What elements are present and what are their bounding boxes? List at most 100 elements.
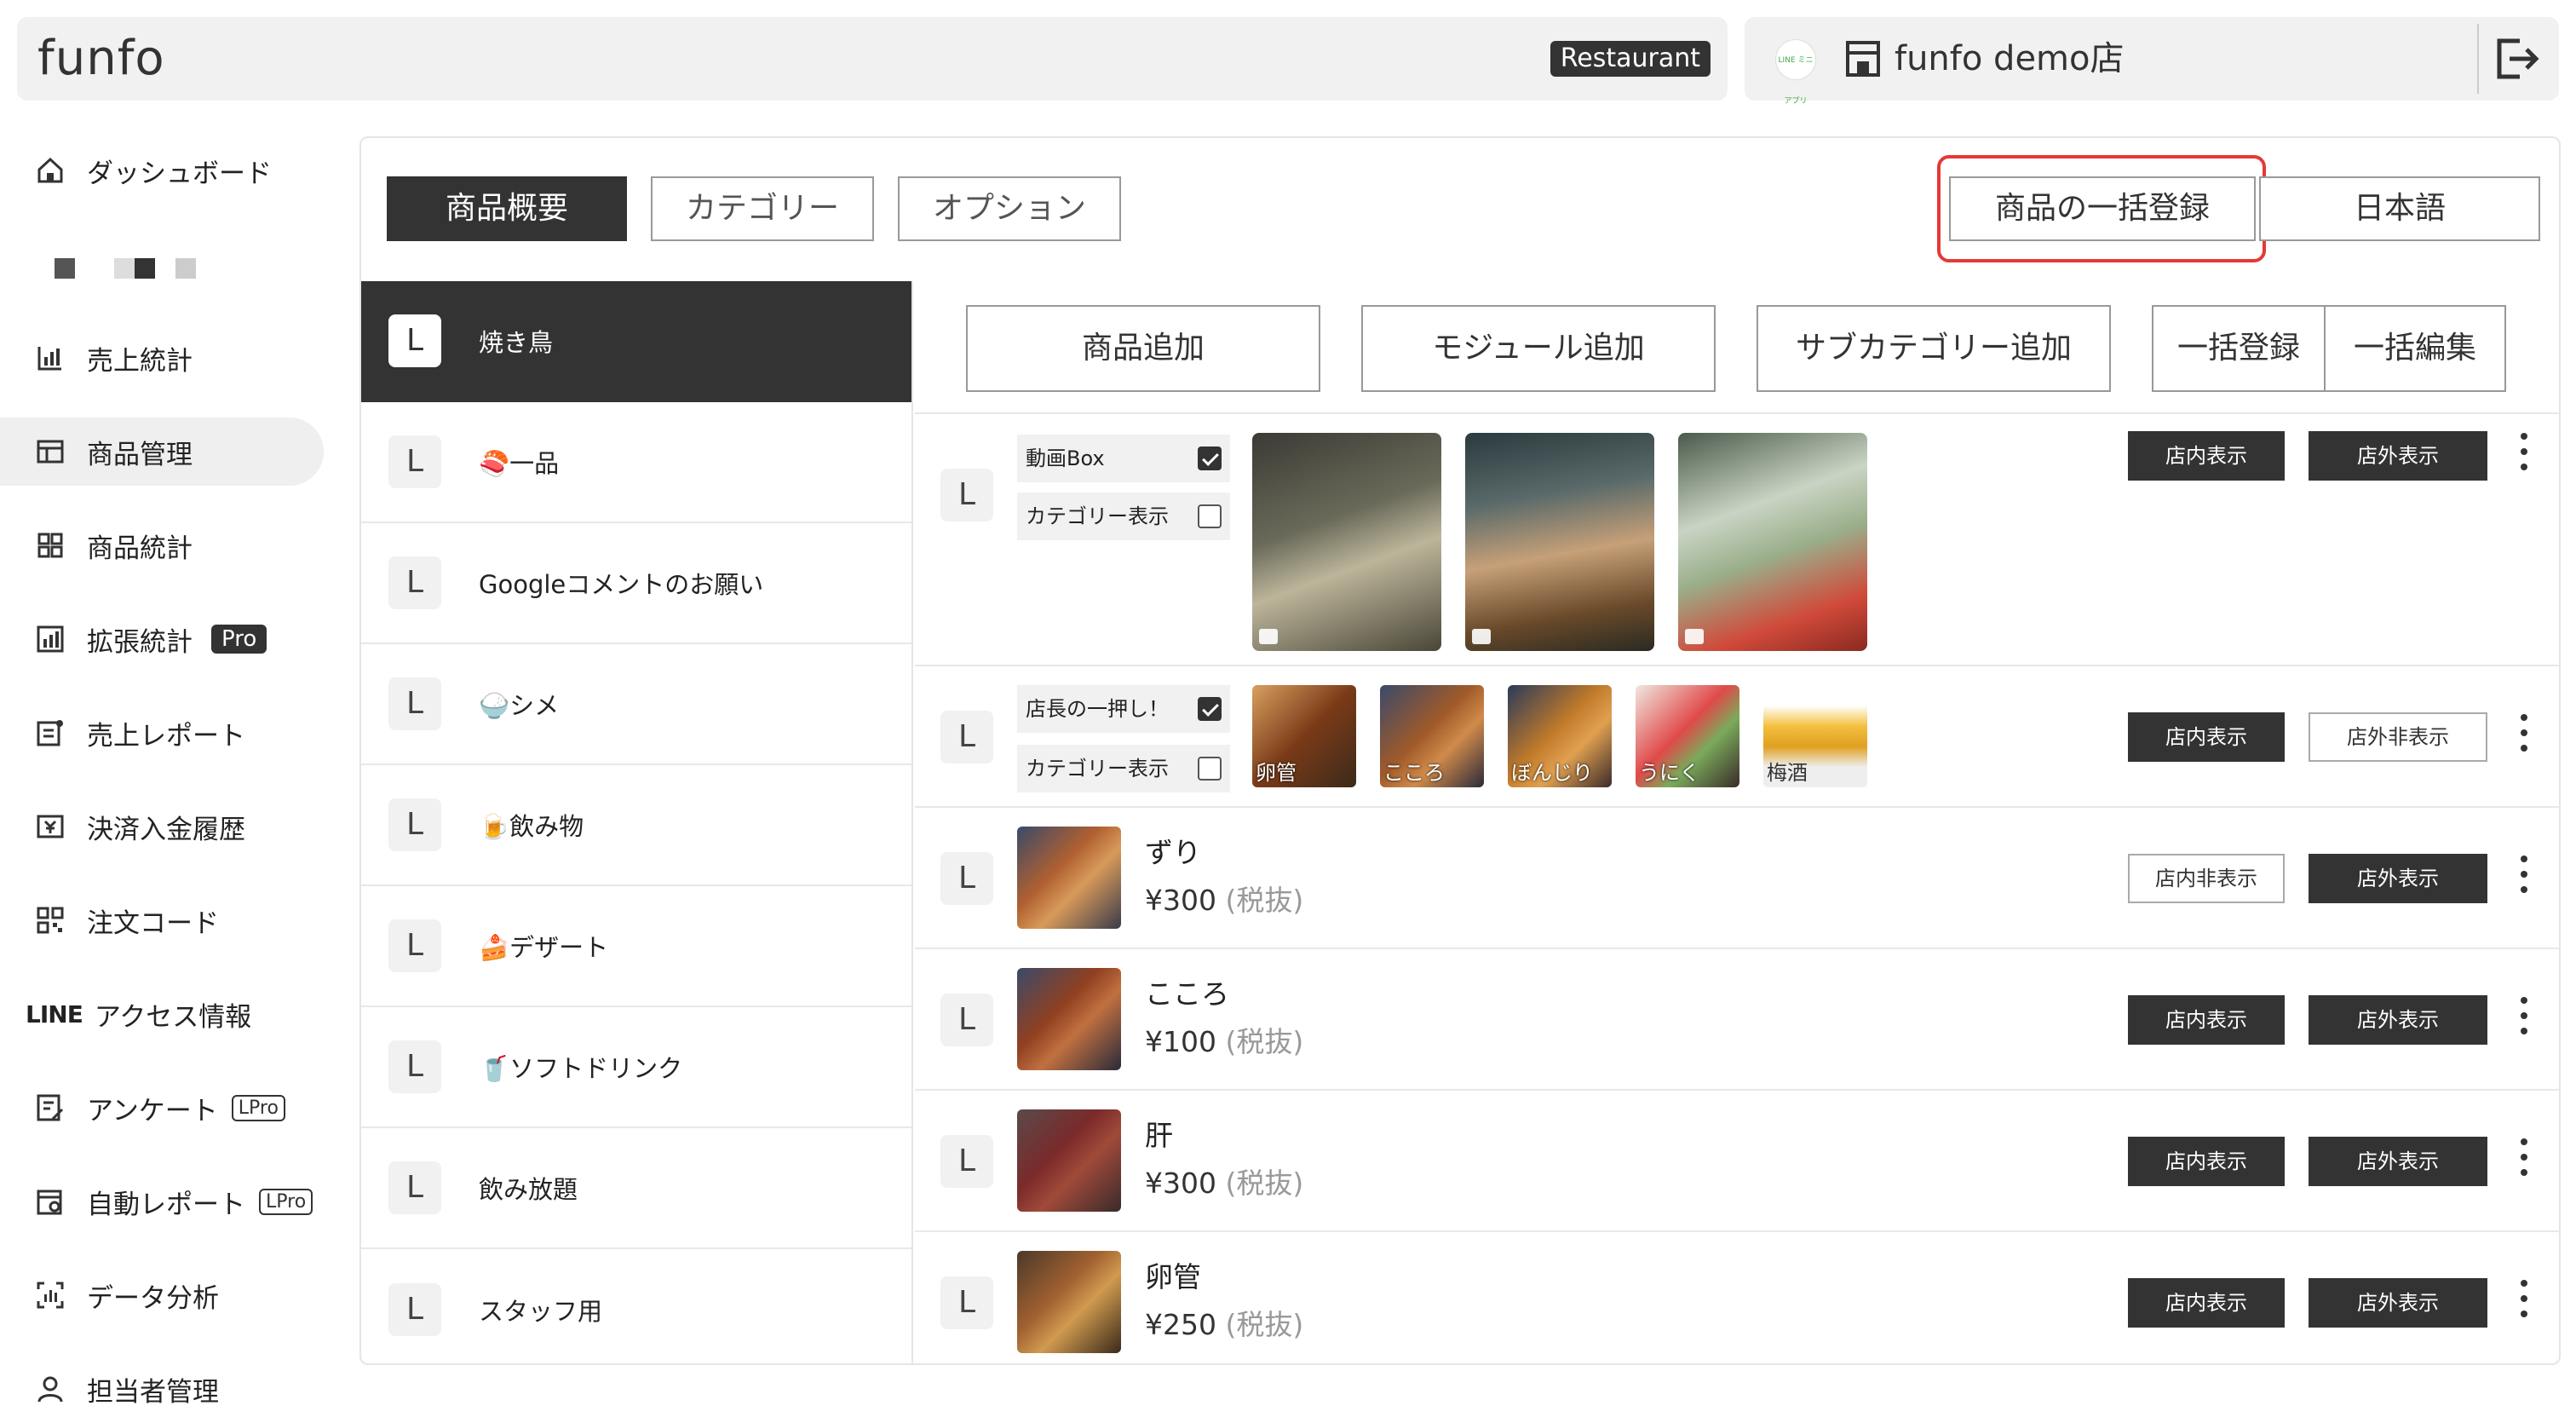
drag-handle[interactable]: L	[940, 469, 993, 521]
category-display-toggle[interactable]: カテゴリー表示	[1017, 745, 1230, 792]
category-label: 🍚シメ	[479, 691, 560, 720]
sidebar-item-sales-report[interactable]: 売上レポート	[0, 699, 324, 767]
drag-handle[interactable]: L	[388, 1283, 441, 1336]
sidebar-item-auto-report[interactable]: 自動レポート LPro	[0, 1167, 324, 1236]
video-thumbnail[interactable]	[1252, 433, 1441, 651]
logout-icon[interactable]	[2494, 36, 2540, 82]
outside-display-toggle[interactable]: 店外表示	[2309, 1137, 2487, 1186]
store-display-toggle[interactable]: 店内表示	[2128, 1278, 2285, 1328]
store-name[interactable]: funfo demo店	[1895, 36, 2125, 82]
bulk-register-button[interactable]: 一括登録	[2152, 305, 2326, 392]
drag-handle[interactable]: L	[388, 798, 441, 851]
store-display-toggle[interactable]: 店内表示	[2128, 1137, 2285, 1186]
sidebar-item-survey[interactable]: アンケート LPro	[0, 1074, 324, 1142]
drag-handle[interactable]: L	[388, 677, 441, 730]
store-display-toggle[interactable]: 店内表示	[2128, 995, 2285, 1045]
video-thumbnail[interactable]	[1678, 433, 1867, 651]
divider	[2477, 24, 2479, 94]
store-display-toggle[interactable]: 店内表示	[2128, 712, 2285, 762]
store-bar: LINE ミニアプリ funfo demo店	[1745, 17, 2559, 106]
recommend-toggle[interactable]: 店長の一押し！	[1017, 685, 1230, 733]
category-display-checkbox[interactable]	[1198, 757, 1222, 781]
drag-handle[interactable]: L	[940, 1276, 993, 1329]
outside-display-toggle[interactable]: 店外表示	[2309, 431, 2487, 481]
add-product-button[interactable]: 商品追加	[966, 305, 1320, 392]
category-label: 🍰デザート	[479, 933, 609, 962]
sidebar-item-extended-stats[interactable]: 拡張統計 Pro	[0, 605, 324, 673]
category-item[interactable]: L 焼き鳥	[361, 281, 911, 402]
tab-product-overview[interactable]: 商品概要	[387, 176, 627, 241]
video-box-toggle[interactable]: 動画Box	[1017, 435, 1230, 482]
drag-handle[interactable]: L	[388, 919, 441, 972]
category-item[interactable]: L 🍺飲み物	[361, 765, 911, 886]
more-menu-icon[interactable]	[2511, 992, 2537, 1045]
product-price: ¥100 (税抜)	[1145, 1025, 1304, 1058]
outside-display-toggle[interactable]: 店外表示	[2309, 995, 2487, 1045]
bulk-product-register-button[interactable]: 商品の一括登録	[1949, 176, 2256, 241]
outside-display-toggle[interactable]: 店外表示	[2309, 1278, 2487, 1328]
product-thumbnail[interactable]: 梅酒	[1763, 685, 1867, 787]
product-thumbnail[interactable]: ぼんじり	[1508, 685, 1612, 787]
outside-display-toggle[interactable]: 店外表示	[2309, 854, 2487, 903]
sidebar-item-payment-history[interactable]: 決済入金履歴	[0, 792, 324, 861]
more-menu-icon[interactable]	[2511, 1133, 2537, 1186]
product-thumbnail[interactable]: こころ	[1380, 685, 1484, 787]
product-image	[1017, 827, 1121, 929]
category-item[interactable]: L 🥤ソフトドリンク	[361, 1007, 911, 1128]
tab-option[interactable]: オプション	[898, 176, 1121, 241]
category-display-toggle[interactable]: カテゴリー表示	[1017, 493, 1230, 540]
store-display-toggle[interactable]: 店内表示	[2128, 431, 2285, 481]
qr-code-icon	[37, 907, 64, 934]
sidebar-item-label: アクセス情報	[94, 1001, 252, 1033]
more-menu-icon[interactable]	[2511, 709, 2537, 762]
drag-handle[interactable]: L	[940, 711, 993, 763]
video-box-checkbox[interactable]	[1198, 446, 1222, 470]
product-name: ずり	[1145, 836, 1201, 869]
category-item[interactable]: L 飲み放題	[361, 1128, 911, 1249]
drag-handle[interactable]: L	[388, 1040, 441, 1093]
category-item[interactable]: L 🍚シメ	[361, 644, 911, 765]
store-display-toggle[interactable]: 店内非表示	[2128, 854, 2285, 903]
tab-category[interactable]: カテゴリー	[651, 176, 874, 241]
category-item[interactable]: L Googleコメントのお願い	[361, 523, 911, 644]
sidebar-item-label: 商品統計	[87, 533, 193, 564]
drag-handle[interactable]: L	[388, 556, 441, 609]
sidebar-item-order-code[interactable]: 注文コード	[0, 886, 324, 954]
category-display-checkbox[interactable]	[1198, 504, 1222, 528]
category-label: 🥤ソフトドリンク	[479, 1054, 683, 1083]
product-row[interactable]: L 肝 ¥300 (税抜) 店内表示 店外表示	[915, 1091, 2561, 1232]
more-menu-icon[interactable]	[2511, 428, 2537, 481]
bulk-edit-button[interactable]: 一括編集	[2324, 305, 2506, 392]
category-item[interactable]: L 🍣一品	[361, 402, 911, 523]
sidebar-item-product-management[interactable]: 商品管理	[0, 418, 324, 486]
product-row[interactable]: L 卵管 ¥250 (税抜) 店内表示 店外表示	[915, 1232, 2561, 1367]
drag-handle[interactable]: L	[940, 852, 993, 905]
drag-handle[interactable]: L	[940, 994, 993, 1046]
sidebar-item-dashboard[interactable]: ダッシュボード	[0, 136, 324, 205]
outside-display-toggle[interactable]: 店外非表示	[2309, 712, 2487, 762]
product-row[interactable]: L こころ ¥100 (税抜) 店内表示 店外表示	[915, 949, 2561, 1091]
drag-handle[interactable]: L	[940, 1135, 993, 1188]
drag-handle[interactable]: L	[388, 314, 441, 367]
product-row[interactable]: L ずり ¥300 (税抜) 店内非表示 店外表示	[915, 808, 2561, 949]
sidebar-item-product-stats[interactable]: 商品統計	[0, 511, 324, 579]
more-menu-icon[interactable]	[2511, 1275, 2537, 1328]
category-item[interactable]: L スタッフ用	[361, 1249, 911, 1370]
product-thumbnail[interactable]: 卵管	[1252, 685, 1356, 787]
drag-handle[interactable]: L	[388, 1161, 441, 1214]
video-thumbnail[interactable]	[1465, 433, 1654, 651]
add-subcategory-button[interactable]: サブカテゴリー追加	[1757, 305, 2111, 392]
sidebar-item-staff-management[interactable]: 担当者管理	[0, 1355, 324, 1423]
category-item[interactable]: L 🍰デザート	[361, 886, 911, 1007]
add-module-button[interactable]: モジュール追加	[1361, 305, 1716, 392]
more-menu-icon[interactable]	[2511, 850, 2537, 903]
bar-chart-icon	[37, 347, 61, 371]
recommend-checkbox[interactable]	[1198, 697, 1222, 721]
sidebar-item-sales-stats[interactable]: 売上統計	[0, 324, 324, 392]
language-select[interactable]: 日本語	[2259, 176, 2540, 241]
sidebar-item-label: 注文コード	[87, 907, 219, 939]
sidebar-item-access-info[interactable]: LINE アクセス情報	[0, 980, 324, 1048]
sidebar-item-data-analysis[interactable]: データ分析	[0, 1261, 324, 1329]
drag-handle[interactable]: L	[388, 435, 441, 488]
product-thumbnail[interactable]: うにく	[1636, 685, 1739, 787]
